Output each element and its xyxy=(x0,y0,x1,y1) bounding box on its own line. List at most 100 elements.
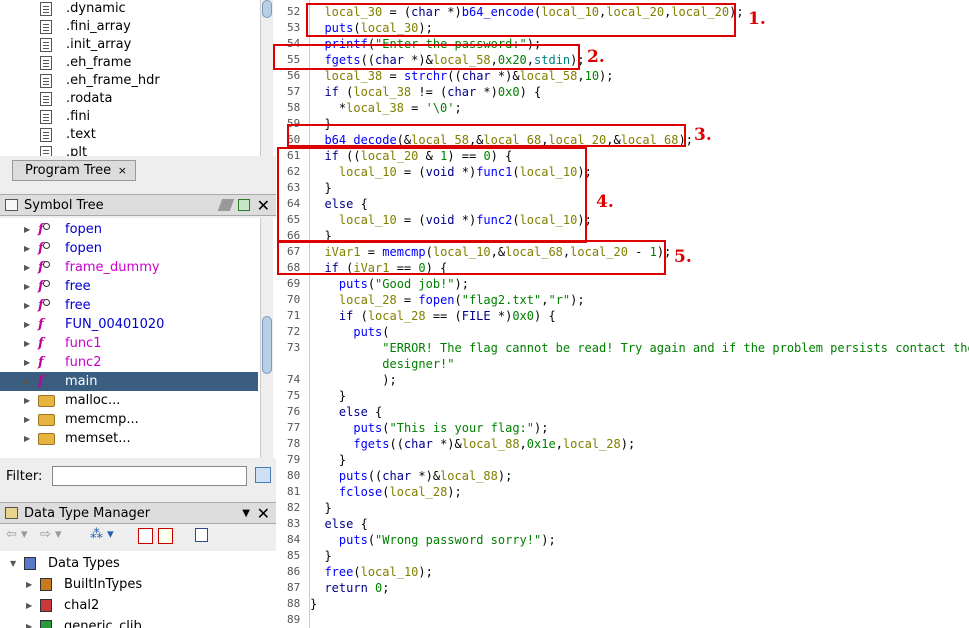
code-line[interactable]: 87 return 0; xyxy=(282,580,969,596)
close-icon[interactable]: ✕ xyxy=(257,195,270,217)
line-number: 84 xyxy=(287,533,301,546)
collapse-all-icon[interactable] xyxy=(195,528,208,542)
dropdown-icon[interactable]: ▼ xyxy=(242,503,250,525)
code-line[interactable]: 72 puts( xyxy=(282,324,969,340)
expand-arrow-icon[interactable]: ▶ xyxy=(24,429,30,448)
code-line[interactable]: 85 } xyxy=(282,548,969,564)
expand-arrow-icon[interactable]: ▶ xyxy=(24,334,30,353)
symbol-tree-item[interactable]: ▶ f free xyxy=(0,277,258,296)
code-line[interactable]: 73 "ERROR! The flag cannot be read! Try … xyxy=(282,340,969,356)
program-tree-scrollbar[interactable] xyxy=(260,0,273,156)
data-type-item[interactable]: ▶ chal2 xyxy=(0,596,258,615)
decompiler-view[interactable]: 52 local_30 = (char *)b64_encode(local_1… xyxy=(282,0,969,628)
function-icon: f xyxy=(38,298,50,313)
code-line[interactable]: 84 puts("Wrong password sorry!"); xyxy=(282,532,969,548)
line-number: 89 xyxy=(287,613,301,626)
code-text: puts("Wrong password sorry!"); xyxy=(338,533,556,547)
code-text: puts((char *)&local_88); xyxy=(338,469,513,483)
line-number: 74 xyxy=(287,373,301,386)
line-number: 82 xyxy=(287,501,301,514)
tab-program-tree[interactable]: Program Tree × xyxy=(12,160,136,181)
code-line[interactable]: 75 } xyxy=(282,388,969,404)
code-line[interactable]: 71 if (local_28 == (FILE *)0x0) { xyxy=(282,308,969,324)
symbol-label: fopen xyxy=(65,241,103,256)
edit-icon[interactable] xyxy=(217,199,235,211)
symbol-tree-item[interactable]: ▶ memcmp... xyxy=(0,410,258,429)
code-text: return 0; xyxy=(324,581,390,595)
function-icon: f xyxy=(38,241,50,256)
code-line[interactable]: 57 if (local_38 != (char *)0x0) { xyxy=(282,84,969,100)
expand-arrow-icon[interactable]: ▶ xyxy=(24,391,30,410)
code-line[interactable]: 77 puts("This is your flag:"); xyxy=(282,420,969,436)
expand-arrow-icon[interactable]: ▶ xyxy=(24,353,30,372)
code-line[interactable]: 88} xyxy=(282,596,969,612)
symbol-tree-item[interactable]: ▶ f frame_dummy xyxy=(0,258,258,277)
code-text: } xyxy=(310,453,347,467)
code-line[interactable]: 86 free(local_10); xyxy=(282,564,969,580)
expand-arrow-icon[interactable]: ▶ xyxy=(24,410,30,429)
data-type-label: chal2 xyxy=(64,598,100,613)
data-type-item[interactable]: ▼ Data Types xyxy=(0,554,258,573)
expand-arrow-icon[interactable]: ▶ xyxy=(26,596,32,615)
expand-arrow-icon[interactable]: ▶ xyxy=(24,220,30,239)
code-line[interactable]: 82 } xyxy=(282,500,969,516)
symbol-tree-item[interactable]: ▶ f fopen xyxy=(0,220,258,239)
expand-arrow-icon[interactable]: ▶ xyxy=(24,372,30,391)
filter-input[interactable] xyxy=(52,466,247,486)
code-line[interactable]: 80 puts((char *)&local_88); xyxy=(282,468,969,484)
data-type-panel: ▼ Data Types ▶ BuiltInTypes ▶ chal2 ▶ generic_c… xyxy=(0,551,276,628)
code-line[interactable]: 81 fclose(local_28); xyxy=(282,484,969,500)
line-number: 53 xyxy=(287,21,301,34)
scroll-thumb[interactable] xyxy=(262,316,272,374)
code-line[interactable]: designer!" xyxy=(282,356,969,372)
export-icon[interactable] xyxy=(238,199,250,211)
close-icon[interactable]: ✕ xyxy=(257,503,270,525)
expand-arrow-icon[interactable]: ▶ xyxy=(24,258,30,277)
filter-pointers-icon[interactable] xyxy=(158,528,173,544)
code-line[interactable]: 69 puts("Good job!"); xyxy=(282,276,969,292)
code-line[interactable]: 76 else { xyxy=(282,404,969,420)
symbol-tree-item[interactable]: ▶ f func1 xyxy=(0,334,258,353)
code-line[interactable]: 89 xyxy=(282,612,969,628)
symbol-tree-item[interactable]: ▶ f FUN_00401020 xyxy=(0,315,258,334)
tree-options-icon[interactable]: ⁂ ▾ xyxy=(90,527,114,542)
tab-close-icon[interactable]: × xyxy=(118,161,127,180)
line-number: 86 xyxy=(287,565,301,578)
code-text: *local_38 = '\0'; xyxy=(310,101,462,115)
annotation-label-1: 1. xyxy=(748,9,766,29)
code-line[interactable]: 83 else { xyxy=(282,516,969,532)
data-type-manager-icon xyxy=(5,507,18,519)
symbol-tree-item[interactable]: ▶ f fopen xyxy=(0,239,258,258)
code-text: ); xyxy=(310,373,397,387)
code-text: puts("This is your flag:"); xyxy=(353,421,549,435)
symbol-tree-item[interactable]: ▶ memset... xyxy=(0,429,258,448)
code-line[interactable]: 78 fgets((char *)&local_88,0x1e,local_28… xyxy=(282,436,969,452)
expand-arrow-icon[interactable]: ▶ xyxy=(24,277,30,296)
forward-icon[interactable]: ⇨ ▾ xyxy=(40,527,62,542)
code-line[interactable]: 79 } xyxy=(282,452,969,468)
code-text: } xyxy=(310,389,347,403)
symbol-tree-scrollbar[interactable] xyxy=(260,218,273,458)
data-type-item[interactable]: ▶ generic_clib xyxy=(0,617,258,628)
expand-arrow-icon[interactable]: ▶ xyxy=(26,575,32,594)
filter-options-icon[interactable] xyxy=(255,467,271,483)
filter-arrays-icon[interactable] xyxy=(138,528,153,544)
symbol-tree-item[interactable]: ▶ f main xyxy=(0,372,258,391)
code-line[interactable]: 58 *local_38 = '\0'; xyxy=(282,100,969,116)
data-type-item[interactable]: ▶ BuiltInTypes xyxy=(0,575,258,594)
symbol-tree-item[interactable]: ▶ f free xyxy=(0,296,258,315)
back-icon[interactable]: ⇦ ▾ xyxy=(6,527,28,542)
section-label: .fini xyxy=(66,109,91,124)
code-line[interactable]: 70 local_28 = fopen("flag2.txt","r"); xyxy=(282,292,969,308)
expand-arrow-icon[interactable]: ▶ xyxy=(24,315,30,334)
symbol-tree-item[interactable]: ▶ f func2 xyxy=(0,353,258,372)
symbol-tree-item[interactable]: ▶ malloc... xyxy=(0,391,258,410)
line-number: 73 xyxy=(287,341,301,354)
expand-arrow-icon[interactable]: ▶ xyxy=(24,239,30,258)
expand-arrow-icon[interactable]: ▼ xyxy=(10,554,16,573)
expand-arrow-icon[interactable]: ▶ xyxy=(26,617,32,628)
code-line[interactable]: 56 local_38 = strchr((char *)&local_58,1… xyxy=(282,68,969,84)
code-line[interactable]: 74 ); xyxy=(282,372,969,388)
expand-arrow-icon[interactable]: ▶ xyxy=(24,296,30,315)
scroll-thumb[interactable] xyxy=(262,0,272,18)
